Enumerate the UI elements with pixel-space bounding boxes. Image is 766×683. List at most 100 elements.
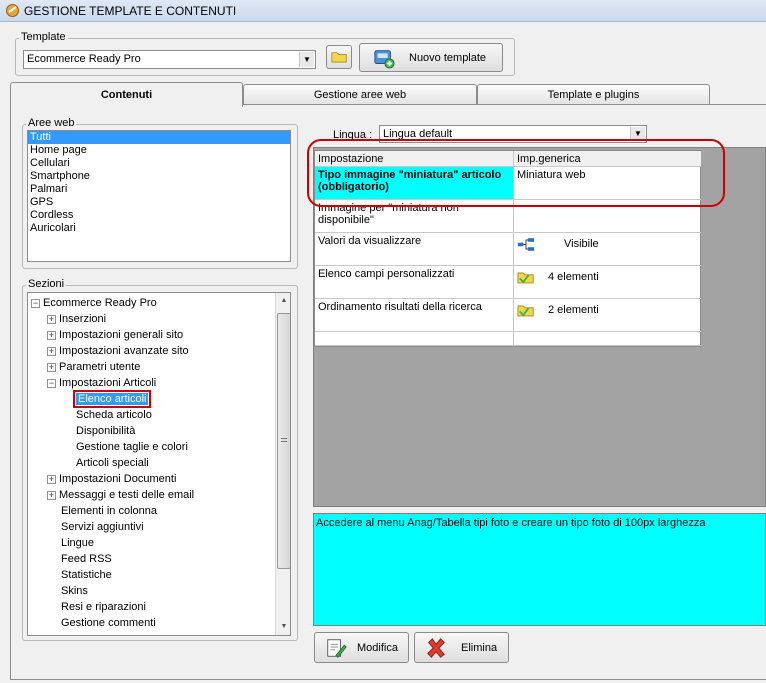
expand-icon[interactable]: +	[47, 490, 56, 500]
collapse-icon[interactable]: −	[47, 378, 56, 388]
elimina-button[interactable]: Elimina	[414, 632, 509, 663]
tree-item-label: Statistiche	[61, 569, 112, 581]
list-item[interactable]: Home page	[28, 144, 290, 157]
tree-item-label: Elementi in colonna	[61, 505, 158, 517]
tree-item[interactable]: Gestione commenti	[47, 615, 156, 631]
tab-gestione-aree-web-label: Gestione aree web	[313, 89, 407, 101]
tree-item-label: Impostazioni Articoli	[59, 377, 157, 389]
tree-item-label: Impostazioni Documenti	[59, 473, 177, 485]
list-item[interactable]: Smartphone	[28, 170, 290, 183]
list-item[interactable]: Cellulari	[28, 157, 290, 170]
tree-item[interactable]: + Inserzioni	[47, 311, 106, 327]
tree-item[interactable]: + Messaggi e testi delle email	[47, 487, 194, 503]
expand-icon[interactable]: +	[47, 474, 56, 484]
tab-gestione-aree-web[interactable]: Gestione aree web	[243, 84, 477, 105]
tree-item[interactable]: Skins	[47, 583, 88, 599]
open-folder-button[interactable]	[326, 45, 352, 69]
grid-cell-setting-text: Valori da visualizzare	[318, 235, 422, 247]
tree-item-label: Impostazioni generali sito	[59, 329, 184, 341]
list-item[interactable]: Tutti	[28, 131, 290, 144]
template-combo-value: Ecommerce Ready Pro	[27, 53, 141, 65]
grid-cell-value[interactable]: Visibile	[514, 233, 701, 266]
folder-icon	[517, 272, 534, 284]
tree-item[interactable]: Scheda articolo	[74, 407, 152, 423]
tree-item[interactable]: Statistiche	[47, 567, 112, 583]
tree-item-label: Disponibilità	[76, 425, 136, 437]
tree-item-label: Feed RSS	[61, 553, 112, 565]
tree-item-label: Skins	[61, 585, 88, 597]
tab-contenuti-label: Contenuti	[100, 89, 153, 101]
modifica-label: Modifica	[357, 642, 398, 654]
tree-item-label: Gestione commenti	[61, 617, 156, 629]
grid-cell-value-text: 2 elementi	[548, 304, 599, 316]
list-item[interactable]: GPS	[28, 196, 290, 209]
description-text: Accedere al menu Anag/Tabella tipi foto …	[316, 517, 706, 529]
grid-cell-value-text: Visibile	[564, 238, 599, 250]
scroll-thumb[interactable]	[277, 313, 290, 569]
grid-cell-setting[interactable]: Valori da visualizzare	[315, 233, 514, 266]
tree-item[interactable]: Servizi aggiuntivi	[47, 519, 144, 535]
tree-item[interactable]: Articoli speciali	[74, 455, 149, 471]
tree-item-label: Resi e riparazioni	[61, 601, 146, 613]
new-template-button[interactable]: Nuovo template	[359, 43, 503, 72]
tree-item[interactable]: + Impostazioni generali sito	[47, 327, 183, 343]
list-item[interactable]: Palmari	[28, 183, 290, 196]
modifica-button[interactable]: Modifica	[314, 632, 409, 663]
grid-cell-value[interactable]: 4 elementi	[514, 266, 701, 299]
tab-contenuti[interactable]: Contenuti	[10, 82, 243, 107]
grid-cell-setting[interactable]: Ordinamento risultati della ricerca	[315, 299, 514, 332]
expand-icon[interactable]: +	[47, 346, 56, 356]
tree-item[interactable]: Lingue	[47, 535, 94, 551]
tree-item[interactable]: − Impostazioni Articoli	[47, 375, 156, 391]
edit-icon	[327, 639, 347, 658]
expand-icon[interactable]: +	[47, 330, 56, 340]
folder-icon	[517, 305, 534, 317]
delete-icon	[427, 638, 445, 658]
sezioni-legend: Sezioni	[26, 278, 67, 290]
tree-item-label: Impostazioni avanzate sito	[59, 345, 189, 357]
grid-cell-value[interactable]: 2 elementi	[514, 299, 701, 332]
tree-structure-icon	[517, 238, 535, 251]
title-bar: GESTIONE TEMPLATE E CONTENUTI	[0, 0, 766, 22]
grid-cell-setting[interactable]: Elenco campi personalizzati	[315, 266, 514, 299]
tree-item[interactable]: Elementi in colonna	[47, 503, 157, 519]
tree-item[interactable]: Elenco articoli	[72, 390, 152, 408]
expand-icon[interactable]: +	[47, 314, 56, 324]
tree-item-label: Inserzioni	[59, 313, 107, 325]
new-template-label: Nuovo template	[409, 52, 487, 64]
scroll-down-icon[interactable]: ▼	[276, 619, 290, 635]
sezioni-tree[interactable]: − Ecommerce Ready Pro + Inserzioni + Imposta…	[27, 292, 291, 636]
tree-item[interactable]: + Impostazioni avanzate sito	[47, 343, 189, 359]
tree-item-label: Parametri utente	[59, 361, 141, 373]
tree-item[interactable]: Gestione taglie e colori	[74, 439, 188, 455]
tree-root[interactable]: − Ecommerce Ready Pro	[31, 295, 157, 311]
grid-empty-cell	[315, 332, 514, 346]
template-legend: Template	[19, 31, 68, 43]
tree-item-label: Scheda articolo	[76, 409, 152, 421]
list-item[interactable]: Auricolari	[28, 222, 290, 235]
app-icon	[6, 4, 19, 17]
grid-cell-value-text: 4 elementi	[548, 271, 599, 283]
scroll-up-icon[interactable]: ▲	[276, 293, 290, 309]
annotation-highlight	[307, 139, 725, 207]
tree-item[interactable]: Resi e riparazioni	[47, 599, 146, 615]
tree-root-label: Ecommerce Ready Pro	[43, 297, 157, 309]
aree-web-legend: Aree web	[26, 117, 77, 129]
tree-item[interactable]: + Impostazioni Documenti	[47, 471, 176, 487]
list-item[interactable]: Cordless	[28, 209, 290, 222]
collapse-icon[interactable]: −	[31, 298, 40, 308]
aree-web-list[interactable]: Tutti Home page Cellulari Smartphone Palmari…	[27, 130, 291, 262]
tree-item[interactable]: Disponibilità	[74, 423, 135, 439]
tree-item-label: Articoli speciali	[76, 457, 149, 469]
folder-icon	[331, 52, 347, 63]
window-title: GESTIONE TEMPLATE E CONTENUTI	[24, 4, 237, 18]
chevron-down-icon[interactable]: ▼	[299, 52, 314, 67]
tab-template-plugins[interactable]: Template e plugins	[477, 84, 710, 105]
sezioni-scrollbar[interactable]: ▲ ▼	[275, 293, 290, 635]
tree-item[interactable]: + Parametri utente	[47, 359, 140, 375]
description-box: Accedere al menu Anag/Tabella tipi foto …	[313, 513, 766, 626]
tree-item[interactable]: Feed RSS	[47, 551, 112, 567]
template-combo[interactable]: Ecommerce Ready Pro ▼	[23, 50, 316, 69]
expand-icon[interactable]: +	[47, 362, 56, 372]
grid-empty-cell	[514, 332, 701, 346]
